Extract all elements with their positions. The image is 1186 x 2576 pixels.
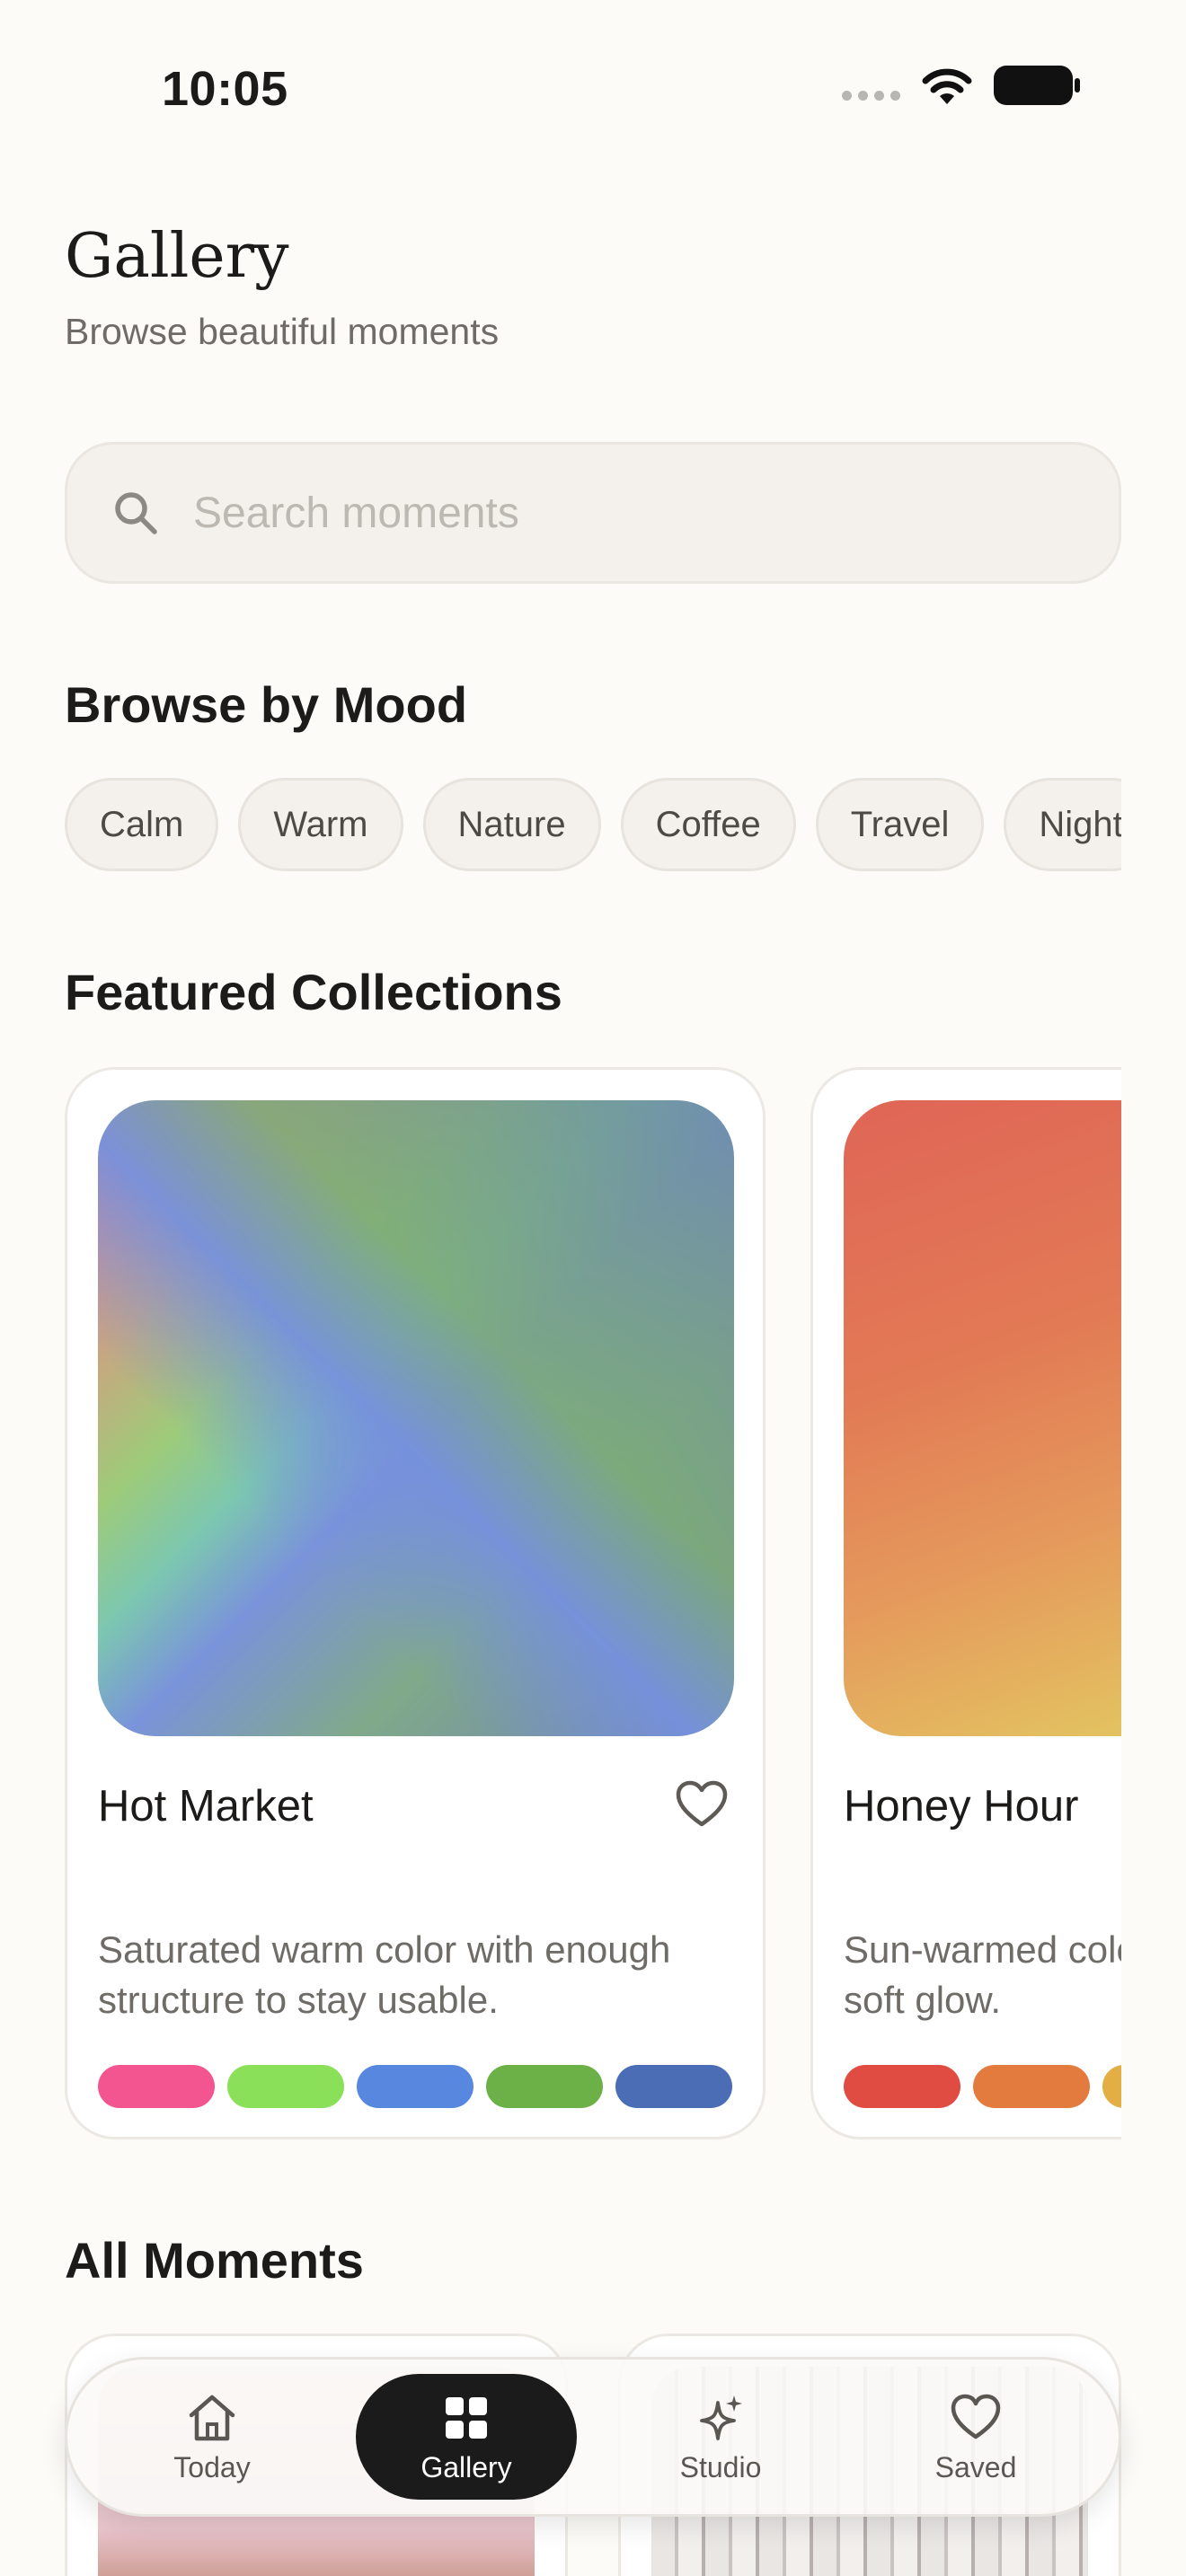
tab-label: Studio: [679, 2450, 762, 2483]
color-swatch: [98, 2065, 215, 2108]
color-swatches: [98, 2065, 732, 2108]
color-swatch: [486, 2065, 603, 2108]
signal-icon: [842, 90, 900, 101]
collection-title: Honey Hour: [844, 1782, 1079, 1831]
featured-collections-carousel[interactable]: Hot Market Saturated warm color with eno…: [65, 1067, 1121, 2141]
collection-description: Sun-warmed color with depth and a soft g…: [844, 1928, 1121, 2021]
color-swatch: [227, 2065, 344, 2108]
tab-bar: Today Gallery Studio Saved: [65, 2357, 1121, 2517]
color-swatch: [973, 2065, 1090, 2108]
tab-saved[interactable]: Saved: [865, 2374, 1086, 2500]
heart-icon[interactable]: [673, 1776, 730, 1833]
page-title: Gallery: [65, 221, 289, 292]
heart-icon: [951, 2394, 1001, 2439]
collection-cover: [844, 1100, 1121, 1736]
battery-icon: [994, 66, 1080, 105]
color-swatch: [357, 2065, 474, 2108]
tab-label: Gallery: [420, 2450, 512, 2483]
collection-title: Hot Market: [98, 1782, 314, 1831]
color-swatch: [844, 2065, 960, 2108]
mood-chip-coffee[interactable]: Coffee: [620, 778, 796, 871]
color-swatch: [615, 2065, 732, 2108]
wifi-icon: [922, 68, 972, 104]
color-swatches: [844, 2065, 1121, 2108]
grid-icon: [446, 2396, 487, 2439]
search-placeholder: Search moments: [193, 489, 519, 537]
color-swatch: [1102, 2065, 1121, 2108]
status-time: 10:05: [162, 62, 288, 116]
tab-today[interactable]: Today: [102, 2374, 323, 2500]
mood-chip-row[interactable]: Calm Warm Nature Coffee Travel Night: [65, 778, 1121, 873]
section-title-all-moments: All Moments: [65, 2232, 364, 2289]
collection-cover: [98, 1100, 734, 1736]
collection-description: Saturated warm color with enough structu…: [98, 1928, 671, 2021]
collection-card[interactable]: Honey Hour Sun-warmed color with depth a…: [810, 1067, 1121, 2139]
page-subtitle: Browse beautiful moments: [65, 311, 500, 352]
mood-chip-warm[interactable]: Warm: [238, 778, 403, 871]
collection-card[interactable]: Hot Market Saturated warm color with eno…: [65, 1067, 766, 2139]
mood-chip-nature[interactable]: Nature: [422, 778, 601, 871]
sparkle-icon: [700, 2395, 742, 2440]
house-icon: [189, 2395, 235, 2440]
mood-chip-night[interactable]: Night: [1004, 778, 1121, 871]
search-input[interactable]: Search moments: [65, 442, 1121, 584]
tab-label: Today: [173, 2450, 251, 2483]
section-title-mood: Browse by Mood: [65, 676, 468, 733]
tab-label: Saved: [934, 2450, 1017, 2483]
tab-gallery[interactable]: Gallery: [356, 2374, 577, 2500]
section-title-featured: Featured Collections: [65, 964, 562, 1020]
mood-chip-calm[interactable]: Calm: [65, 778, 219, 871]
status-icons: [842, 63, 1080, 108]
search-icon: [115, 492, 157, 534]
mood-chip-travel[interactable]: Travel: [815, 778, 985, 871]
tab-studio[interactable]: Studio: [610, 2374, 831, 2500]
